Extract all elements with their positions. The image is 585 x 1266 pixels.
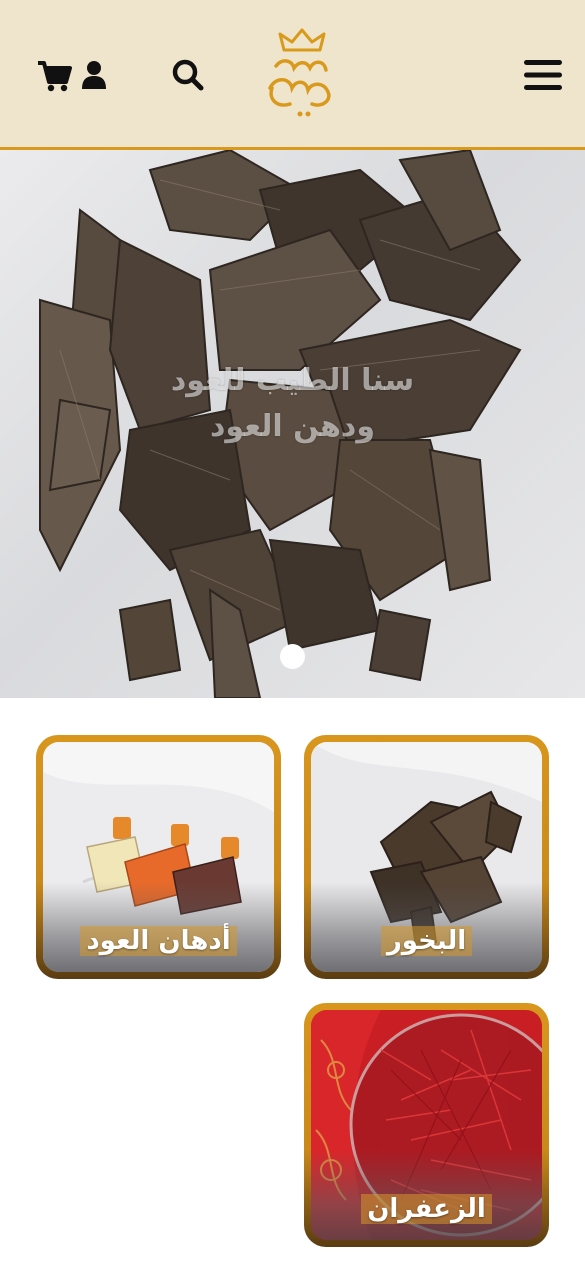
category-label: أدهان العود	[43, 926, 274, 956]
category-card-oud-oils[interactable]: أدهان العود	[36, 735, 281, 979]
category-label: البخور	[311, 926, 542, 956]
slider-dot-active[interactable]	[280, 644, 305, 669]
category-label: الزعفران	[311, 1194, 542, 1224]
site-header	[0, 0, 585, 150]
category-card-bukhoor[interactable]: البخور	[304, 735, 549, 979]
logo[interactable]	[262, 28, 346, 118]
hero-slider[interactable]: سنا الطيب للعود ودهن العود	[0, 150, 585, 698]
hero-title-line2: ودهن العود	[210, 409, 375, 444]
menu-icon[interactable]	[522, 56, 564, 94]
hero-title: سنا الطيب للعود ودهن العود	[0, 358, 585, 450]
category-card-inner: البخور	[311, 742, 542, 972]
user-icon[interactable]	[80, 60, 108, 90]
cart-icon[interactable]	[36, 58, 72, 94]
category-card-inner: أدهان العود	[43, 742, 274, 972]
hero-title-line1: سنا الطيب للعود	[170, 363, 415, 398]
category-card-saffron[interactable]: الزعفران	[304, 1003, 549, 1247]
search-icon[interactable]	[171, 58, 205, 92]
category-card-inner: الزعفران	[311, 1010, 542, 1240]
